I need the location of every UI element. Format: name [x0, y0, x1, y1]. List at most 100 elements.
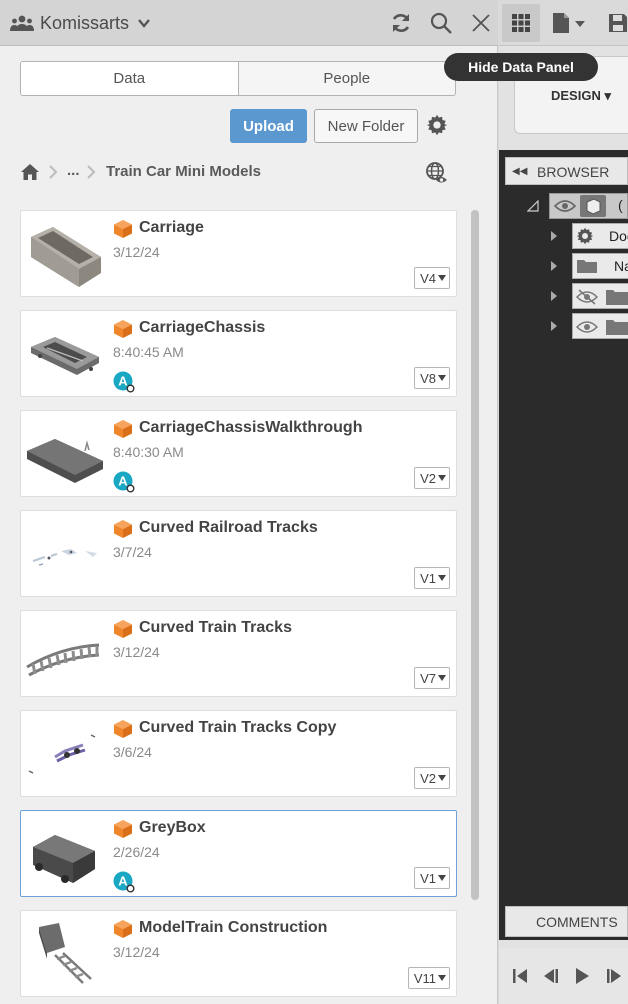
eye-icon[interactable] — [554, 198, 576, 214]
file-card-modeltrain-construction[interactable]: ModelTrain Construction 3/12/24 V11 — [20, 910, 457, 997]
tree-row-hidden-folder[interactable] — [572, 283, 628, 309]
close-icon[interactable] — [469, 11, 493, 35]
tree-row-document-settings[interactable]: Doc — [572, 223, 628, 249]
team-name[interactable]: Komissarts — [40, 13, 129, 34]
version-dropdown[interactable]: V1 — [414, 867, 450, 889]
home-icon[interactable] — [20, 163, 40, 181]
globe-view-icon[interactable] — [425, 161, 449, 185]
file-date: 3/12/24 — [113, 244, 160, 260]
save-icon[interactable] — [608, 13, 628, 33]
panel-tabs: Data People — [20, 61, 456, 96]
version-dropdown[interactable]: V2 — [414, 467, 450, 489]
box-icon — [586, 198, 601, 215]
file-date: 8:40:30 AM — [113, 444, 184, 460]
expand-triangle-icon[interactable] — [527, 200, 539, 212]
file-thumbnail — [27, 439, 103, 483]
breadcrumb-ellipsis[interactable]: ... — [67, 162, 80, 179]
data-panel-toggle-button[interactable] — [502, 4, 540, 42]
tab-data[interactable]: Data — [21, 62, 239, 95]
eye-hidden-icon[interactable] — [576, 289, 598, 305]
new-folder-button[interactable]: New Folder — [314, 109, 418, 143]
file-date: 3/6/24 — [113, 744, 152, 760]
user-avatar[interactable]: A — [113, 871, 135, 893]
file-card-curved-railroad-tracks[interactable]: Curved Railroad Tracks 3/7/24 V1 — [20, 510, 457, 597]
chevron-down-icon[interactable] — [137, 16, 151, 30]
version-label: V7 — [420, 670, 436, 686]
expand-arrow-icon[interactable] — [551, 261, 557, 271]
collapse-icon[interactable]: ◀◀ — [512, 166, 527, 177]
file-name[interactable]: CarriageChassis — [139, 319, 265, 337]
caret-down-icon — [438, 975, 446, 981]
user-avatar[interactable]: A — [113, 371, 135, 393]
caret-down-icon — [438, 675, 446, 681]
file-thumbnail — [31, 227, 101, 287]
version-dropdown[interactable]: V1 — [414, 567, 450, 589]
play-icon[interactable] — [572, 966, 592, 986]
file-name[interactable]: Curved Train Tracks — [139, 619, 292, 637]
file-card-carriage[interactable]: Carriage 3/12/24 V4 — [20, 210, 457, 297]
tree-row-named-views[interactable]: Na — [572, 253, 628, 279]
refresh-icon[interactable] — [389, 11, 413, 35]
file-card-carriage-chassis-walkthrough[interactable]: CarriageChassisWalkthrough 8:40:30 AM A … — [20, 410, 457, 497]
version-label: V2 — [420, 770, 436, 786]
team-icon[interactable] — [10, 14, 34, 32]
tree-root-row[interactable]: ( — [549, 193, 628, 219]
file-date: 2/26/24 — [113, 844, 160, 860]
tree-row-label: Doc — [609, 228, 628, 244]
timeline-controls — [499, 948, 628, 1004]
version-label: V1 — [420, 570, 436, 586]
expand-arrow-icon[interactable] — [551, 231, 557, 241]
version-dropdown[interactable]: V11 — [407, 967, 450, 989]
upload-button[interactable]: Upload — [230, 109, 307, 143]
file-date: 3/7/24 — [113, 544, 152, 560]
browser-header[interactable]: ◀◀ BROWSER — [505, 157, 628, 185]
gear-icon[interactable] — [426, 114, 448, 136]
previous-step-icon[interactable] — [542, 966, 562, 986]
file-name[interactable]: Carriage — [139, 219, 204, 237]
file-name[interactable]: CarriageChassisWalkthrough — [139, 419, 362, 437]
folder-icon — [606, 290, 628, 305]
file-thumbnail — [33, 835, 95, 883]
file-menu-icon[interactable] — [552, 12, 586, 34]
user-avatar[interactable]: A — [113, 471, 135, 493]
file-name[interactable]: Curved Railroad Tracks — [139, 519, 318, 537]
version-label: V1 — [420, 870, 436, 886]
breadcrumb-current-folder: Train Car Mini Models — [106, 163, 262, 180]
design-file-icon — [114, 620, 132, 638]
scrollbar-thumb[interactable] — [471, 210, 479, 900]
version-dropdown[interactable]: V4 — [414, 267, 450, 289]
first-step-icon[interactable] — [510, 966, 530, 986]
file-card-greybox[interactable]: GreyBox 2/26/24 A V1 — [20, 810, 457, 897]
chevron-right-icon — [87, 165, 96, 179]
eye-icon[interactable] — [576, 319, 598, 335]
comments-header[interactable]: COMMENTS — [505, 906, 628, 937]
version-dropdown[interactable]: V8 — [414, 367, 450, 389]
file-name[interactable]: GreyBox — [139, 819, 206, 837]
workspace-label[interactable]: DESIGN ▾ — [551, 88, 611, 104]
caret-down-icon — [438, 375, 446, 381]
folder-icon — [577, 260, 597, 273]
file-name[interactable]: ModelTrain Construction — [139, 919, 327, 937]
file-date: 3/12/24 — [113, 944, 160, 960]
version-dropdown[interactable]: V2 — [414, 767, 450, 789]
file-date: 3/12/24 — [113, 644, 160, 660]
expand-arrow-icon[interactable] — [551, 291, 557, 301]
folder-icon — [606, 320, 628, 335]
tab-people[interactable]: People — [239, 62, 456, 95]
search-icon[interactable] — [429, 11, 453, 35]
version-label: V11 — [413, 970, 436, 986]
file-card-curved-train-tracks[interactable]: Curved Train Tracks 3/12/24 V7 — [20, 610, 457, 697]
file-thumbnail — [39, 923, 92, 984]
file-thumbnail — [26, 643, 100, 677]
breadcrumb: ... Train Car Mini Models — [20, 160, 460, 186]
next-step-icon[interactable] — [604, 966, 624, 986]
caret-down-icon — [438, 575, 446, 581]
version-dropdown[interactable]: V7 — [414, 667, 450, 689]
expand-arrow-icon[interactable] — [551, 321, 557, 331]
tree-row-visible-folder[interactable] — [572, 313, 628, 339]
file-date: 8:40:45 AM — [113, 344, 184, 360]
file-card-carriage-chassis[interactable]: CarriageChassis 8:40:45 AM A V8 — [20, 310, 457, 397]
design-file-icon — [114, 420, 132, 438]
file-name[interactable]: Curved Train Tracks Copy — [139, 719, 336, 737]
file-card-curved-train-tracks-copy[interactable]: Curved Train Tracks Copy 3/6/24 V2 — [20, 710, 457, 797]
